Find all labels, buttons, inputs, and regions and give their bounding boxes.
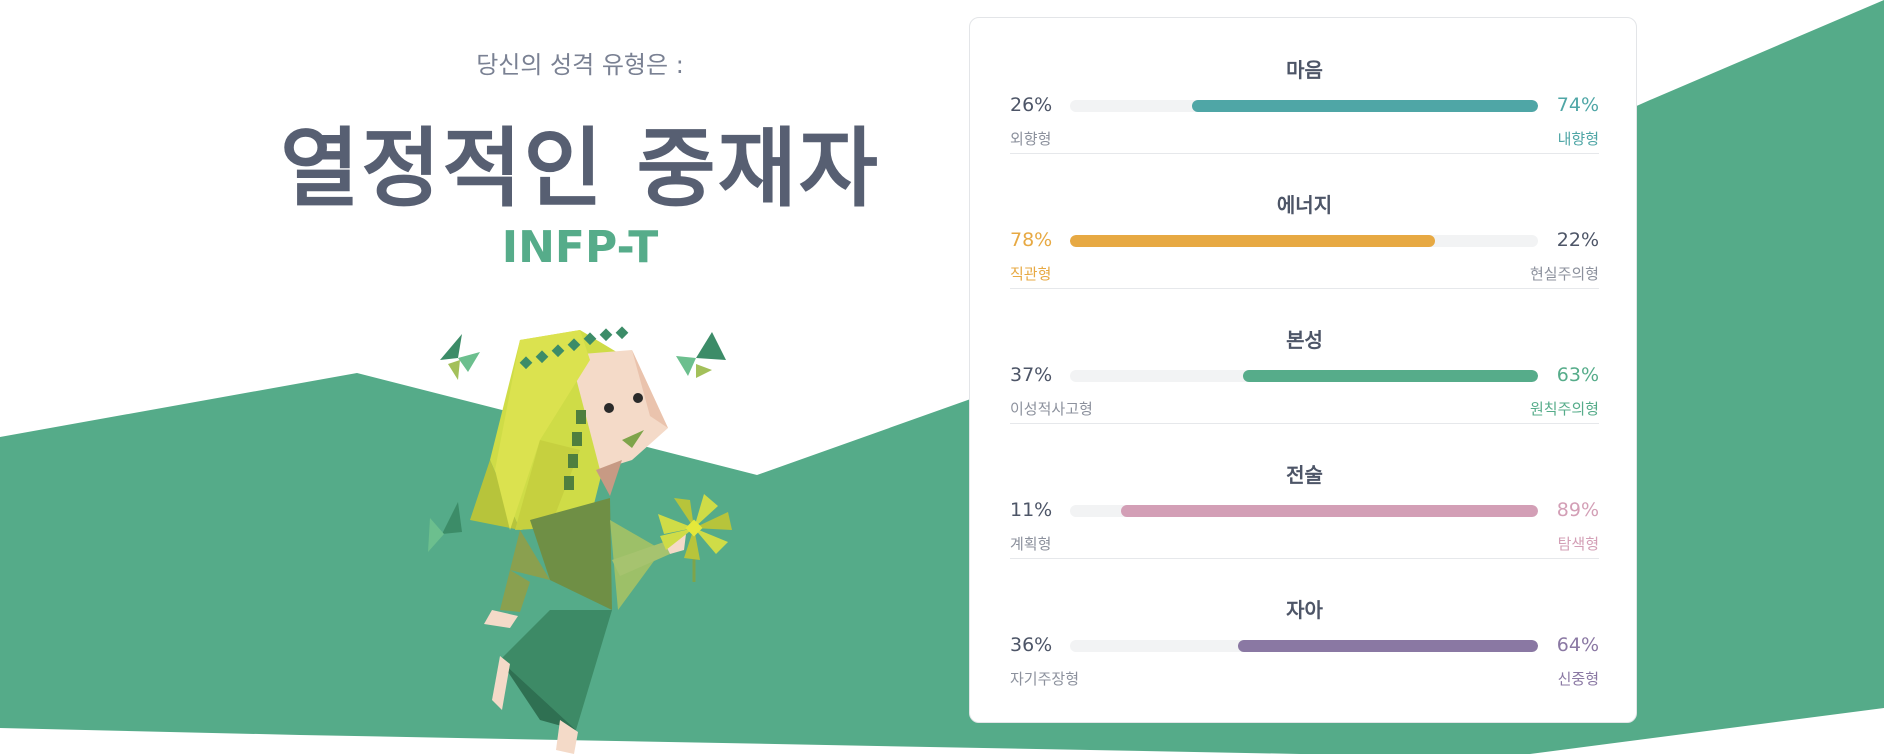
trait-left-percent: 26% [1010,94,1053,116]
trait-bar [1070,640,1538,652]
trait-left-label: 계획형 [1010,535,1052,553]
trait-right-percent: 63% [1556,364,1599,386]
trait-left-label: 외향형 [1010,130,1052,148]
trait-right-percent: 74% [1556,94,1599,116]
trait-identity: 자아 36% 64% 자기주장형 신중형 [1010,558,1599,693]
trait-left-label: 이성적사고형 [1010,400,1093,418]
personality-type-code: INFP-T [501,222,659,273]
trait-left-percent: 78% [1010,229,1053,251]
trait-right-label: 원칙주의형 [1529,400,1599,418]
trait-bar [1070,100,1538,112]
trait-right-label: 현실주의형 [1529,265,1599,283]
result-subtitle: 당신의 성격 유형은 : [476,51,684,79]
trait-left-percent: 37% [1010,364,1053,386]
trait-mind: 마음 26% 74% 외향형 내향형 [1010,18,1599,153]
trait-title: 마음 [1286,58,1323,82]
trait-title: 에너지 [1276,193,1333,217]
trait-bar [1070,370,1538,382]
trait-divider [1010,558,1599,559]
trait-energy: 에너지 78% 22% 직관형 현실주의형 [1010,153,1599,288]
trait-right-percent: 89% [1556,499,1599,521]
trait-left-percent: 11% [1010,499,1053,521]
trait-divider [1010,153,1599,154]
trait-bar-fill [1070,235,1436,247]
trait-left-label: 직관형 [1010,265,1052,283]
trait-nature: 본성 37% 63% 이성적사고형 원칙주의형 [1010,288,1599,423]
trait-divider [1010,288,1599,289]
mediator-character-illustration [428,326,732,754]
trait-left-label: 자기주장형 [1010,670,1080,688]
trait-bar-fill [1243,370,1538,382]
personality-type-name: 열정적인 중재자 [280,119,880,219]
trait-title: 자아 [1286,598,1323,622]
trait-title: 전술 [1286,463,1323,487]
trait-divider [1010,423,1599,424]
trait-right-label: 신중형 [1557,670,1599,688]
trait-bar-fill [1121,505,1538,517]
trait-title: 본성 [1286,328,1323,352]
traits-card: 마음 26% 74% 외향형 내향형 에너지 78% 22% 직관형 현실주의형… [969,17,1637,723]
trait-bar [1070,505,1538,517]
trait-right-percent: 22% [1556,229,1599,251]
trait-right-label: 내향형 [1557,130,1599,148]
trait-right-percent: 64% [1556,634,1599,656]
trait-tactics: 전술 11% 89% 계획형 탐색형 [1010,423,1599,558]
trait-left-percent: 36% [1010,634,1053,656]
trait-bar [1070,235,1538,247]
trait-bar-fill [1238,640,1538,652]
trait-right-label: 탐색형 [1557,535,1599,553]
trait-bar-fill [1191,100,1538,112]
